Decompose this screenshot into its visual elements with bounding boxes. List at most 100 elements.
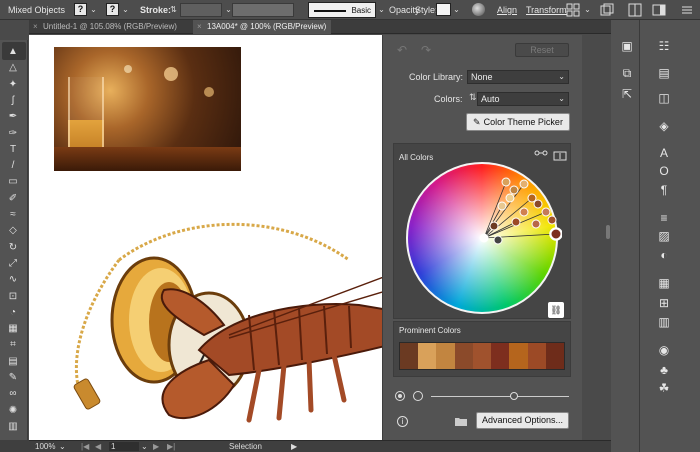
direct-selection-tool-icon[interactable]: △: [5, 60, 21, 76]
colors-stepper-icon[interactable]: ⇅: [469, 92, 477, 103]
saturation-slider-knob[interactable]: [509, 392, 518, 400]
link-harmony-icon[interactable]: [534, 150, 548, 162]
prominent-color-swatch[interactable]: [436, 343, 455, 369]
mesh-tool-icon[interactable]: ⌗: [5, 337, 21, 353]
align-panel-icon[interactable]: ⊞: [656, 295, 672, 311]
rectangle-tool-icon[interactable]: ▭: [5, 174, 21, 190]
transform-dropdown-chevron-icon[interactable]: ⌄: [582, 3, 593, 16]
column-graph-tool-icon[interactable]: ▥: [5, 419, 21, 435]
vertical-scrollbar-thumb[interactable]: [606, 225, 610, 239]
arrange-documents-icon[interactable]: [628, 3, 642, 17]
color-markers[interactable]: [406, 162, 562, 318]
paragraph-panel-icon[interactable]: ¶: [656, 182, 672, 198]
unlink-colors-icon[interactable]: ⛓: [548, 302, 564, 318]
undo-icon[interactable]: ↶: [397, 43, 407, 57]
type-tool-icon[interactable]: T: [5, 142, 21, 158]
graphic-styles-panel-icon[interactable]: ☘: [656, 380, 672, 396]
selection-tool-icon[interactable]: ▲: [5, 44, 21, 60]
fill-dropdown-chevron-icon[interactable]: ⌄: [88, 3, 99, 16]
graphic-style-swatch[interactable]: [436, 3, 451, 16]
align-link[interactable]: Align: [497, 5, 517, 15]
transparency-panel-icon[interactable]: ◐: [656, 247, 672, 263]
transform-grid-icon[interactable]: [566, 3, 580, 17]
lobster-pocketwatch-illustration[interactable]: [59, 220, 382, 440]
warp-tool-icon[interactable]: ∿: [5, 272, 21, 288]
pen-tool-icon[interactable]: ✒: [5, 109, 21, 125]
pathfinder-panel-icon[interactable]: ◫: [656, 90, 672, 106]
add-color-icon[interactable]: [553, 150, 567, 162]
magic-wand-tool-icon[interactable]: ✦: [5, 77, 21, 93]
variable-width-profile[interactable]: [232, 3, 294, 17]
stroke-weight-stepper-icon[interactable]: ⇅: [168, 3, 179, 16]
color-theme-picker-button[interactable]: ✎ Color Theme Picker: [466, 113, 570, 131]
character-panel-icon[interactable]: A: [656, 145, 672, 161]
reset-button[interactable]: Reset: [515, 43, 569, 57]
appearance-panel-icon[interactable]: ◉: [656, 342, 672, 358]
swatches-panel-icon[interactable]: ▦: [656, 275, 672, 291]
eyedropper-tool-icon[interactable]: ✎: [5, 370, 21, 386]
shape-builder-tool-icon[interactable]: ◔: [5, 305, 21, 321]
prominent-color-swatch[interactable]: [509, 343, 528, 369]
folder-icon[interactable]: [455, 416, 467, 426]
prominent-color-swatch[interactable]: [400, 343, 419, 369]
tab-13a004[interactable]: × 13A004* @ 100% (RGB/Preview): [193, 20, 331, 34]
gradient-tool-icon[interactable]: ▤: [5, 354, 21, 370]
eraser-tool-icon[interactable]: ◇: [5, 223, 21, 239]
curvature-tool-icon[interactable]: ✑: [5, 126, 21, 142]
symbol-sprayer-tool-icon[interactable]: ✺: [5, 403, 21, 419]
close-tab-icon[interactable]: ×: [197, 20, 202, 34]
paintbrush-tool-icon[interactable]: ✐: [5, 191, 21, 207]
prominent-color-swatch[interactable]: [545, 343, 564, 369]
artboard-dropdown-chevron-icon[interactable]: ⌄: [141, 442, 148, 451]
panel-menu-icon[interactable]: [680, 3, 694, 17]
prominent-colors-bar[interactable]: [399, 342, 565, 370]
toggle-panels-icon[interactable]: [652, 3, 666, 17]
scale-tool-icon[interactable]: ⤢: [5, 256, 21, 272]
artboard-canvas[interactable]: [29, 35, 382, 440]
close-tab-icon[interactable]: ×: [33, 20, 38, 34]
isolate-group-icon[interactable]: [600, 3, 614, 17]
tab-untitled-1[interactable]: × Untitled-1 @ 105.08% (RGB/Preview): [29, 20, 192, 34]
prominent-color-swatch[interactable]: [527, 343, 546, 369]
prominent-color-swatch[interactable]: [472, 343, 492, 369]
layers-panel-icon[interactable]: ▤: [656, 65, 672, 81]
redo-icon[interactable]: ↷: [421, 43, 431, 57]
zoom-dropdown-chevron-icon[interactable]: ⌄: [59, 442, 66, 451]
zoom-level[interactable]: 100%: [35, 442, 55, 451]
info-icon[interactable]: i: [397, 416, 408, 427]
color-library-select[interactable]: None ⌄: [467, 70, 569, 84]
next-artboard-icon[interactable]: ▶: [153, 442, 159, 451]
saturation-mode-radio[interactable]: [413, 391, 423, 401]
stroke-dropdown-chevron-icon[interactable]: ⌄: [120, 3, 131, 16]
first-artboard-icon[interactable]: |◀: [81, 442, 89, 451]
transform-panel-icon[interactable]: ⧉: [619, 65, 635, 81]
gradient-panel-icon[interactable]: ▨: [656, 228, 672, 244]
previous-artboard-icon[interactable]: ◀: [95, 442, 101, 451]
brush-definition-dropdown[interactable]: Basic: [308, 2, 376, 18]
free-transform-tool-icon[interactable]: ⊡: [5, 289, 21, 305]
recolor-artwork-icon[interactable]: [472, 3, 485, 16]
last-artboard-icon[interactable]: ▶|: [167, 442, 175, 451]
line-tool-icon[interactable]: /: [5, 158, 21, 174]
fill-swatch[interactable]: ?: [74, 3, 87, 16]
saturation-slider-track[interactable]: [431, 396, 569, 397]
bar-photo-image[interactable]: [54, 47, 241, 171]
shaper-tool-icon[interactable]: ≈: [5, 207, 21, 223]
stroke-weight-input[interactable]: [180, 3, 222, 17]
symbols-panel-icon[interactable]: ♣: [656, 362, 672, 378]
opentype-panel-icon[interactable]: O: [656, 163, 672, 179]
perspective-grid-tool-icon[interactable]: ▦: [5, 321, 21, 337]
blend-tool-icon[interactable]: ∞: [5, 386, 21, 402]
colors-select[interactable]: Auto ⌄: [477, 92, 569, 106]
style-dropdown-chevron-icon[interactable]: ⌄: [451, 3, 462, 16]
status-menu-icon[interactable]: ▶: [291, 442, 297, 451]
artboards-panel-icon[interactable]: ◈: [656, 118, 672, 134]
properties-panel-icon[interactable]: ▣: [619, 38, 635, 54]
prominent-color-swatch[interactable]: [418, 343, 437, 369]
libraries-panel-icon[interactable]: ☷: [656, 38, 672, 54]
transform-link[interactable]: Transform: [526, 5, 567, 15]
brushes-panel-icon[interactable]: ▥: [656, 314, 672, 330]
prominent-color-swatch[interactable]: [491, 343, 510, 369]
prominent-color-swatch[interactable]: [454, 343, 473, 369]
brush-dropdown-chevron-icon[interactable]: ⌄: [376, 3, 387, 16]
